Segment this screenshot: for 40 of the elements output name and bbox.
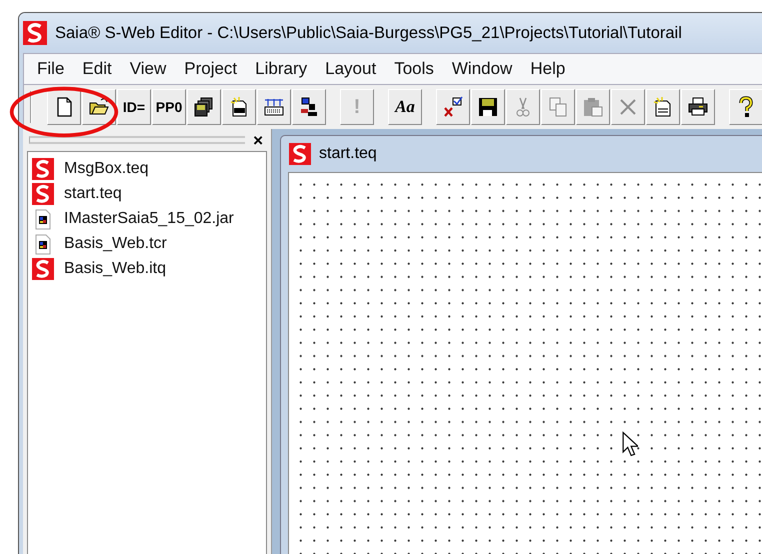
help-button[interactable] bbox=[729, 89, 762, 125]
toolbar-button[interactable]: ID= bbox=[117, 89, 151, 125]
project-file-entry[interactable]: IMasterSaia5_15_02.jar bbox=[64, 210, 234, 228]
menu-item[interactable]: Help bbox=[521, 59, 574, 79]
toolbar-button[interactable]: PP0 bbox=[152, 89, 186, 125]
csv-button[interactable] bbox=[646, 89, 680, 125]
new-button[interactable] bbox=[47, 89, 81, 125]
check-button[interactable] bbox=[436, 89, 470, 125]
window-title: Saia® S-Web Editor - C:\Users\Public\Saia-Burgess\PG5_21\Projects\Tutorial\Tutorail bbox=[55, 24, 682, 42]
project-file-entry[interactable]: MsgBox.teq bbox=[64, 160, 148, 178]
menu-item[interactable]: Layout bbox=[316, 59, 386, 79]
menu-item[interactable]: Edit bbox=[73, 59, 121, 79]
document-title: start.teq bbox=[319, 145, 377, 163]
project-file-entry[interactable]: Basis_Web.itq bbox=[64, 260, 166, 278]
network-button[interactable] bbox=[292, 89, 326, 125]
project-file-entry[interactable]: start.teq bbox=[64, 184, 122, 202]
mouse-cursor-icon bbox=[622, 431, 638, 457]
html-button[interactable] bbox=[222, 89, 256, 125]
saia-logo-icon bbox=[23, 21, 47, 45]
menu-item[interactable]: Project bbox=[175, 59, 246, 79]
save-all-button[interactable] bbox=[187, 89, 221, 125]
panel-grip[interactable] bbox=[29, 136, 246, 144]
saia-logo-icon bbox=[32, 182, 54, 204]
font-button[interactable]: Aa bbox=[388, 89, 422, 125]
saia-logo-icon bbox=[32, 158, 54, 180]
grid-button[interactable] bbox=[257, 89, 291, 125]
save-button[interactable] bbox=[471, 89, 505, 125]
check-icon bbox=[441, 95, 465, 119]
project-file-entry[interactable]: Basis_Web.tcr bbox=[64, 234, 167, 252]
saia-logo-icon bbox=[289, 143, 311, 165]
saia-logo-icon bbox=[32, 258, 54, 280]
menu-item[interactable]: Library bbox=[246, 59, 316, 79]
print-button[interactable] bbox=[681, 89, 715, 125]
paste-icon bbox=[581, 95, 605, 119]
close-button[interactable]: × bbox=[251, 132, 265, 148]
save-icon bbox=[476, 95, 500, 119]
menu-item[interactable]: View bbox=[120, 59, 176, 79]
menu-item[interactable]: Window bbox=[442, 59, 522, 79]
menu-item[interactable]: Tools bbox=[385, 59, 443, 79]
menu-item[interactable]: File bbox=[28, 59, 74, 79]
